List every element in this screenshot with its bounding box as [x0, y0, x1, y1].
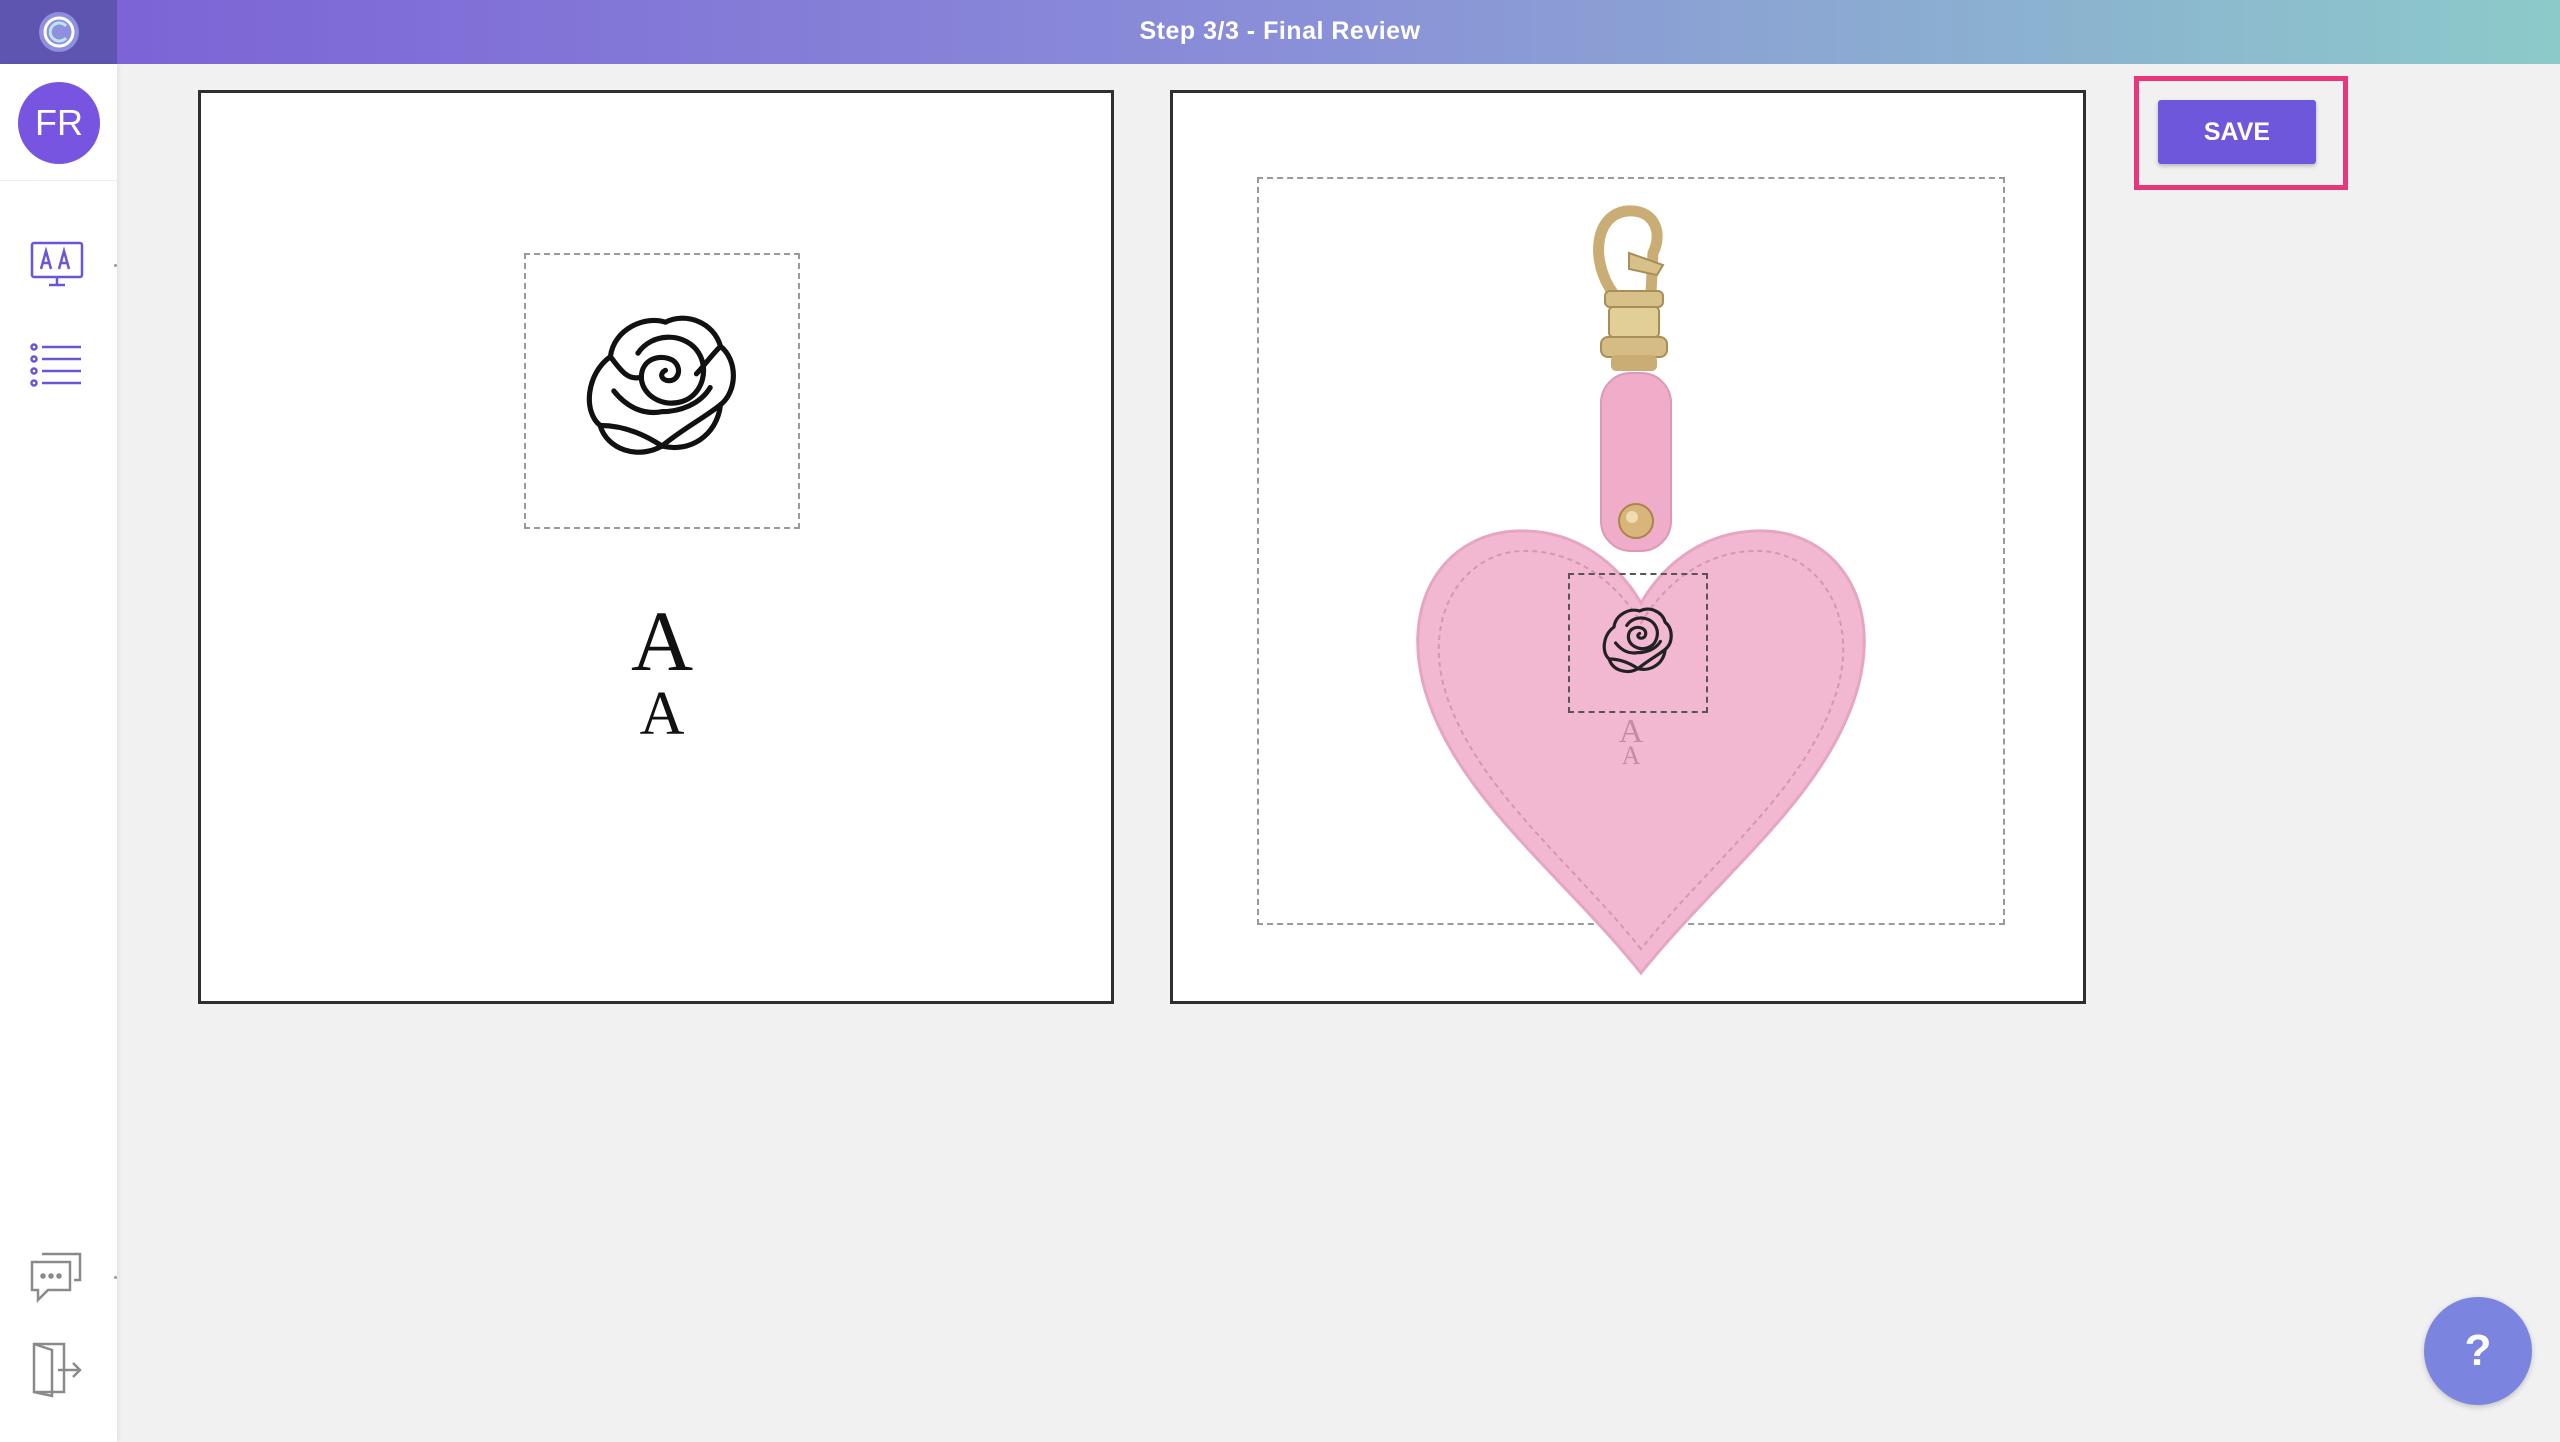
sidebar-divider	[0, 180, 117, 181]
keychain-clasp-icon	[1583, 203, 1683, 373]
engraving-area-box[interactable]	[1568, 573, 1708, 713]
design-editor-icon[interactable]	[28, 236, 86, 294]
save-button[interactable]: SAVE	[2158, 100, 2316, 164]
preview-letter-bottom: A	[1621, 741, 1641, 770]
app-logo-icon[interactable]	[0, 0, 117, 64]
sidebar-indicator	[114, 264, 117, 267]
rose-icon	[1598, 603, 1678, 683]
rose-icon	[576, 305, 748, 477]
design-letter-bottom[interactable]: A	[562, 677, 762, 751]
artwork-bounding-box[interactable]	[524, 253, 800, 529]
avatar[interactable]: FR	[18, 82, 100, 164]
exit-icon[interactable]	[28, 1340, 86, 1398]
chat-icon[interactable]	[28, 1248, 86, 1306]
design-canvas: A A	[198, 90, 1114, 1004]
design-letter-top[interactable]: A	[562, 591, 762, 691]
help-button[interactable]: ?	[2424, 1297, 2532, 1405]
product-preview-canvas: A A	[1170, 90, 2086, 1004]
sidebar-indicator	[114, 1276, 117, 1279]
page-title: Step 3/3 - Final Review	[1139, 17, 1421, 45]
list-icon[interactable]	[28, 336, 86, 394]
